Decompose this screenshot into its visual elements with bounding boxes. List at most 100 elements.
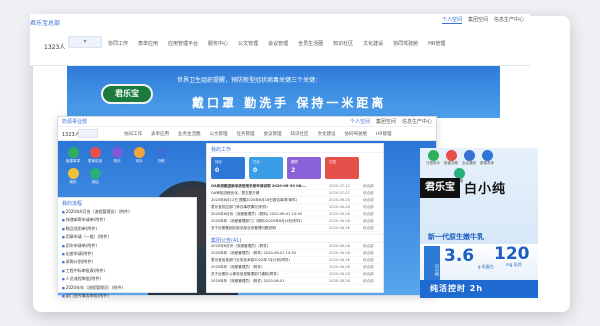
stat-label: 已发 xyxy=(329,160,336,164)
notice-row-title: 君乐宝信息部门业务技术部2020年7月计划(附件) xyxy=(211,257,290,262)
app-circle-icon xyxy=(155,147,167,158)
work-row[interactable]: 2020年年（流程管理部门）(物料)2020年6月计划(附件) 2020-06-2… xyxy=(211,218,379,225)
work-row-date: 2020-06-28 xyxy=(329,226,350,230)
process-item[interactable]: 出差申请(附件) xyxy=(62,250,192,258)
app-circle-icon xyxy=(481,150,493,161)
bg-nav-item[interactable]: HR管理 xyxy=(428,40,445,47)
ad-protein-value: 3.6 xyxy=(444,246,475,266)
bg-nav-item[interactable]: 公文管理 xyxy=(238,40,258,47)
notice-row[interactable]: 2020年年（流程管理员）(附件) 2020-06-01 2020-06-28 综合… xyxy=(211,278,379,285)
ad-app[interactable]: 会议通知 xyxy=(462,150,476,166)
process-item[interactable]: 物品领用单(附件) xyxy=(62,225,192,233)
work-row[interactable]: 君乐宝供应部门承办事项情况(附件) 2020-06-28 综合部 xyxy=(211,204,379,211)
process-item[interactable]: 快递邮寄申请单(附件) xyxy=(62,216,192,224)
fg-nav-item[interactable]: 文化建设 xyxy=(318,131,336,137)
process-item[interactable]: 工程中标审批表(附件) xyxy=(62,267,192,275)
fg-nav-item[interactable]: 任务管理 xyxy=(237,131,255,137)
fg-nav-item[interactable]: 知识社区 xyxy=(291,131,309,137)
ad-app[interactable]: 新建表单 xyxy=(480,150,494,166)
process-item[interactable]: 用车申请单(附件) xyxy=(62,242,192,250)
work-stat-cards: 待办 0 已办 0 跟踪 2 已发 xyxy=(207,153,383,183)
tab-group-space[interactable]: 集团空间 xyxy=(468,16,488,24)
work-row[interactable]: 2020年6月12日 提醒2020年6月18日报告事项(邮件) 2020-06-2… xyxy=(211,197,379,204)
bg-nav-item[interactable]: 表单应用 xyxy=(138,40,158,47)
stat-value: 0 xyxy=(253,167,258,174)
notice-row-owner: 综合部 xyxy=(363,243,374,248)
tab-personal-space[interactable]: 个人空间 xyxy=(441,16,462,24)
tab-info-center[interactable]: 信息生产中心 xyxy=(494,16,524,24)
notice-row[interactable]: 2020年年（流程管理员）(附件) 2020-06-01 14:35 2020-0… xyxy=(211,250,379,257)
quick-app[interactable]: 表单应用 xyxy=(84,147,106,164)
notice-title[interactable]: 集团公告(41) xyxy=(207,234,383,244)
quick-app[interactable]: 添加 xyxy=(84,168,106,185)
bg-nav-item[interactable]: 文化建设 xyxy=(363,40,383,47)
fg-nav-item[interactable]: 表单应用 xyxy=(151,131,169,137)
notice-row[interactable]: 2020年年（流程管理员）(附件) 2020-06-28 综合部 xyxy=(211,264,379,271)
fg-nav-item[interactable]: 协同工作 xyxy=(124,131,142,137)
work-row[interactable]: 2020年6月份（流程管理员）(物料) 2020-06-01 14:35 2020… xyxy=(211,211,379,218)
notice-row[interactable]: 关于近期办公事务信息管理部门通知(附件) 2020-06-28 综合部 xyxy=(211,271,379,278)
fg-tab-group[interactable]: 集团空间 xyxy=(376,118,396,125)
fg-nav-item[interactable]: 业务生活圈 xyxy=(178,131,201,137)
notice-row-date: 2020-06-28 xyxy=(329,244,350,248)
stat-card-todo[interactable]: 待办 0 xyxy=(211,157,245,179)
bg-nav-item[interactable]: 服务中心 xyxy=(208,40,228,47)
fg-nav-item[interactable]: HR管理 xyxy=(376,131,392,137)
notice-row-owner: 综合部 xyxy=(363,278,374,283)
fg-main-nav: 协同工作 表单应用 业务生活圈 公文管理 任务管理 会议管理 知识社区 文化建设… xyxy=(124,131,392,137)
quick-app[interactable]: 日程 xyxy=(150,147,172,164)
fg-nav-item[interactable]: 会议管理 xyxy=(264,131,282,137)
product-ad[interactable]: 日程助手 新建流程 会议通知 新建表单 新增 君乐宝 白小纯 新一代原生嫩牛乳 … xyxy=(420,148,538,298)
stat-card-track[interactable]: 跟踪 2 xyxy=(287,157,321,179)
stat-card-sent[interactable]: 已发 xyxy=(325,157,359,179)
fg-nav-item[interactable]: 协同驾驶舱 xyxy=(345,131,368,137)
notice-row-owner: 综合部 xyxy=(363,257,374,262)
notice-row[interactable]: 君乐宝信息部门业务技术部2020年7月计划(附件) 2020-06-28 综合部 xyxy=(211,257,379,264)
work-row-title: OA系统集团新系统使用手册申请说明 2020-06-30 08:... xyxy=(211,183,307,188)
notice-row-title: 2020年年（流程管理员）(附件) xyxy=(211,264,263,269)
quick-app[interactable]: 知识 xyxy=(106,147,128,164)
app-label: 日程 xyxy=(157,159,165,163)
app-label: 添加 xyxy=(91,180,99,184)
work-row-date: 2020-07-07 xyxy=(329,191,350,195)
ad-info-box: 白小纯 3.6 g 乳蛋白 120 mg 乳钙 纯活控时 2h xyxy=(420,244,538,298)
fg-brand-label: 奶源事业部 xyxy=(62,119,88,125)
bg-nav-item[interactable]: 知识社区 xyxy=(333,40,353,47)
process-item[interactable]: 2020年年（流程管理员）(附件) xyxy=(62,284,192,292)
bg-account-dropdown[interactable]: ▾ xyxy=(68,36,102,48)
stat-card-done[interactable]: 已办 0 xyxy=(249,157,283,179)
bg-nav-item[interactable]: 全员生活圈 xyxy=(298,40,323,47)
ad-calcium-unit: mg 乳钙 xyxy=(506,262,522,267)
notice-row-date: 2020-06-28 xyxy=(329,279,350,283)
process-item[interactable]: 人员流程审批(附件) xyxy=(62,275,192,283)
fg-account-dropdown[interactable] xyxy=(78,129,98,138)
stat-value: 2 xyxy=(291,167,296,174)
bg-nav-item[interactable]: 协同驾驶舱 xyxy=(393,40,418,47)
work-row[interactable]: 关于近期集团总部总部业务管理问题说明 2020-06-28 综合部 xyxy=(211,225,379,232)
work-row-title: 2020年年（流程管理部门）(物料)2020年6月计划(附件) xyxy=(211,218,302,223)
work-row[interactable]: OA审批流程优化，提交更方便 2020-07-07 综合部 xyxy=(211,190,379,197)
fg-tab-info[interactable]: 信息生产中心 xyxy=(402,118,432,125)
work-row-owner: 综合部 xyxy=(363,190,374,195)
ad-app[interactable]: 日程助手 xyxy=(426,150,440,166)
ad-brand-logo: 君乐宝 xyxy=(420,178,460,198)
app-circle-icon xyxy=(445,150,457,161)
work-row[interactable]: OA系统集团新系统使用手册申请说明 2020-06-30 08:... 2020-… xyxy=(211,183,379,190)
fg-space-tabs: 个人空间 集团空间 信息生产中心 xyxy=(350,118,432,125)
process-item[interactable]: 部门宣传事务审批(附件) xyxy=(62,292,192,300)
notice-row[interactable]: 2020年6月份（流程管理员）(附件) 2020-06-28 综合部 xyxy=(211,243,379,250)
quick-app[interactable]: 我的 xyxy=(62,168,84,185)
process-item[interactable]: 2020年6月份（流程管理员）(附件) xyxy=(62,208,192,216)
bg-nav-item[interactable]: 会议管理 xyxy=(268,40,288,47)
quick-app[interactable]: 新建事项 xyxy=(62,147,84,164)
plus-icon xyxy=(89,168,101,179)
fg-tab-personal[interactable]: 个人空间 xyxy=(350,118,370,125)
bg-nav-item[interactable]: 协同工作 xyxy=(108,40,128,47)
ad-bottom-slogan: 纯活控时 2h xyxy=(420,280,538,298)
quick-app[interactable]: 待办 xyxy=(128,147,150,164)
process-item[interactable]: 采购计划(附件) xyxy=(62,258,192,266)
ad-app[interactable]: 新建流程 xyxy=(444,150,458,166)
bg-nav-item[interactable]: 应用管理平台 xyxy=(168,40,198,47)
fg-nav-item[interactable]: 公文管理 xyxy=(210,131,228,137)
process-item[interactable]: 用章申请（一般）(附件) xyxy=(62,233,192,241)
